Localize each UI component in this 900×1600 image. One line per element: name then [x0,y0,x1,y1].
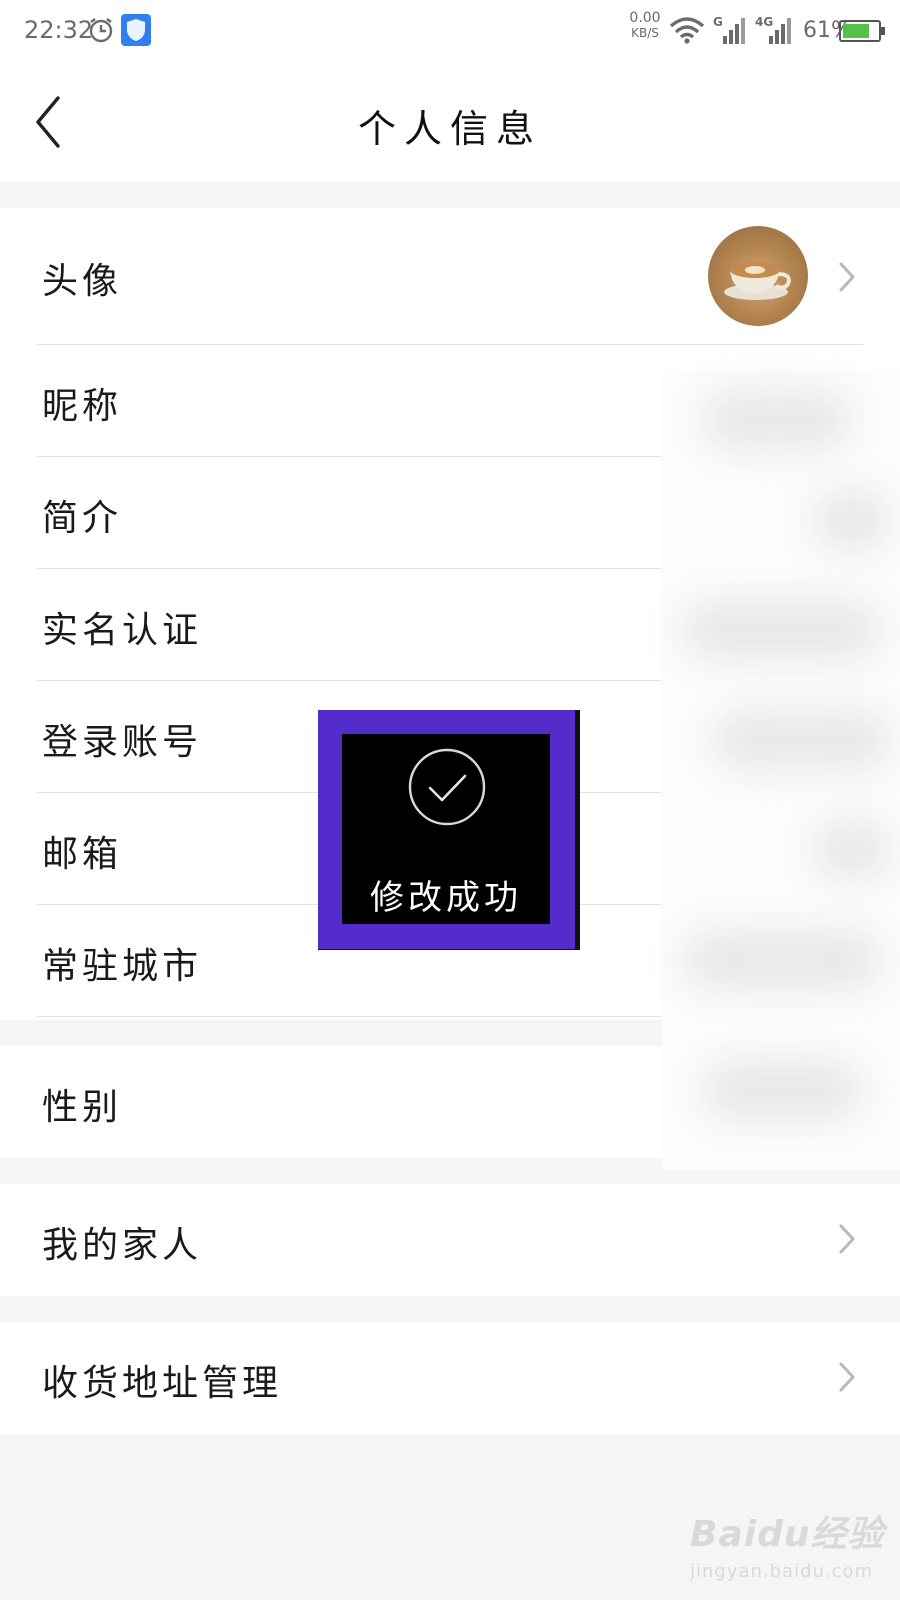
avatar [708,226,808,326]
address-group: 收货地址管理 [0,1322,900,1434]
row-login-account-label: 登录账号 [42,722,203,763]
signal-4g-icon: 4G [755,14,797,50]
alarm-icon [89,18,113,43]
battery-tip [881,27,885,35]
toast-highlight-frame: 修改成功 [318,710,580,950]
network-speed-value: 0.00 [629,10,661,26]
row-family-label: 我的家人 [42,1225,203,1266]
row-nickname-label: 昵称 [42,386,123,427]
signal-4g-label: 4G [755,15,773,29]
network-speed: 0.00 KB/S [628,11,662,41]
row-address-label: 收货地址管理 [42,1363,283,1404]
row-email-label: 邮箱 [42,834,123,875]
signal-g-icon: G [713,14,749,50]
watermark-url: jingyan.baidu.com [690,1561,874,1582]
chevron-right-icon [839,1362,855,1392]
watermark-brand: Baidu经验 [690,1514,885,1555]
row-family[interactable]: 我的家人 [0,1184,900,1296]
family-group: 我的家人 [0,1184,900,1296]
battery-icon [839,20,881,42]
nav-header: 个人信息 [0,62,900,182]
row-real-name-label: 实名认证 [42,610,203,651]
divider [37,1016,661,1017]
chevron-right-icon [839,262,855,292]
wifi-icon [669,17,705,44]
status-time: 22:32 [24,16,94,44]
signal-g-label: G [713,15,723,29]
check-circle-icon [408,748,486,826]
toast-message: 修改成功 [370,878,522,918]
security-shield-icon [121,14,151,46]
watermark: Baidu经验 jingyan.baidu.com [690,1505,884,1582]
coffee-cup-icon [724,262,791,300]
row-gender-label: 性别 [42,1087,123,1128]
row-address[interactable]: 收货地址管理 [0,1322,900,1434]
status-bar: 22:32 0.00 KB/S G 4G 61% [0,0,900,62]
chevron-right-icon [839,1224,855,1254]
row-city-label: 常驻城市 [42,946,203,987]
row-avatar[interactable]: 头像 [0,208,900,345]
page-title: 个人信息 [357,107,542,151]
row-avatar-label: 头像 [42,261,123,302]
blurred-values-area [662,370,900,1170]
network-speed-unit: KB/S [631,26,659,40]
success-toast: 修改成功 [342,734,550,924]
row-intro-label: 简介 [42,498,123,539]
